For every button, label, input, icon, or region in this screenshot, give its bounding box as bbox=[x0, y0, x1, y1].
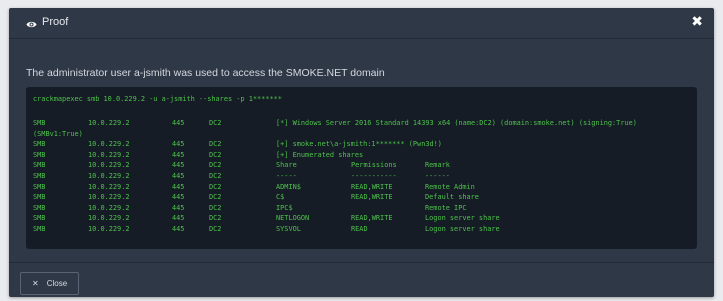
terminal-cell-share: Share bbox=[276, 161, 297, 170]
terminal-cell-remark: Remark bbox=[425, 161, 450, 170]
terminal-cell-remark: Default share bbox=[425, 193, 479, 202]
terminal-cell-host: DC2 bbox=[209, 182, 222, 191]
terminal-cell-proto: SMB bbox=[33, 172, 46, 180]
terminal-cell-port: 445 bbox=[172, 172, 185, 180]
terminal-command: crackmapexec smb 10.0.229.2 -u a-jsmith … bbox=[33, 95, 282, 103]
terminal-cell-ip: 10.0.229.2 bbox=[88, 172, 130, 180]
terminal-cell-host: DC2 bbox=[209, 161, 222, 170]
terminal-cell-port: 445 bbox=[172, 193, 185, 202]
terminal-row: SMB 10.0.229.2 445 DC2 [+] Enumerated shares bbox=[33, 150, 693, 160]
terminal-cell-host: DC2 bbox=[209, 225, 222, 233]
modal-title-group: Proof bbox=[26, 16, 68, 29]
terminal-row: SMB 10.0.229.2 445 DC2 C$ READ,WRITE Default s… bbox=[33, 192, 693, 202]
modal-body: The administrator user a-jsmith was used… bbox=[9, 39, 714, 258]
terminal-cell-perm: READ,WRITE bbox=[351, 193, 393, 202]
terminal-cell-ip: 10.0.229.2 bbox=[88, 150, 130, 159]
terminal-cell-proto: SMB bbox=[33, 225, 46, 233]
close-button-label: Close bbox=[46, 279, 68, 288]
terminal-cell-msg: [+] Enumerated shares bbox=[276, 150, 364, 159]
terminal-row: SMB 10.0.229.2 445 DC2 Share Permissions Remar… bbox=[33, 160, 693, 170]
terminal-cell-host: DC2 bbox=[209, 119, 222, 127]
terminal-cell-perm: Permissions bbox=[351, 161, 397, 170]
proof-modal: Proof ✖ The administrator user a-jsmith … bbox=[9, 8, 714, 297]
terminal-cell-ip: 10.0.229.2 bbox=[88, 203, 130, 212]
terminal-cell-port: 445 bbox=[172, 214, 185, 223]
modal-title: Proof bbox=[42, 16, 69, 28]
terminal-cell-host: DC2 bbox=[209, 150, 222, 159]
terminal-cell-share: C$ bbox=[276, 193, 285, 202]
terminal-cell-port: 445 bbox=[172, 150, 185, 159]
terminal-cell-proto: SMB bbox=[33, 150, 46, 159]
terminal-cell-proto: SMB bbox=[33, 193, 46, 202]
terminal-cell-ip: 10.0.229.2 bbox=[88, 161, 130, 170]
terminal-cell-remark: ------ bbox=[425, 172, 450, 180]
terminal-cell-remark: Remote Admin bbox=[425, 182, 475, 191]
terminal-cell-share: ----- bbox=[276, 172, 297, 180]
terminal-cell-ip: 10.0.229.2 bbox=[88, 225, 130, 233]
terminal-cell-ip: 10.0.229.2 bbox=[88, 119, 130, 127]
terminal-cell-proto: SMB bbox=[33, 119, 46, 127]
close-button[interactable]: ✕ Close bbox=[20, 272, 80, 295]
terminal-cell-remark: Logon server share bbox=[425, 214, 500, 223]
eye-icon bbox=[26, 17, 37, 28]
terminal-cell-msg: [*] Windows Server 2016 Standard 14393 x… bbox=[276, 119, 637, 127]
terminal-cell-ip: 10.0.229.2 bbox=[88, 214, 130, 223]
terminal-cell-proto: (SMBv1:True) bbox=[33, 129, 83, 138]
terminal-cell-host: DC2 bbox=[209, 172, 222, 180]
terminal-cell-share: NETLOGON bbox=[276, 214, 310, 223]
terminal-cell-proto: SMB bbox=[33, 161, 46, 170]
terminal-cell-ip: 10.0.229.2 bbox=[88, 193, 130, 202]
terminal-cell-remark: Remote IPC bbox=[425, 203, 467, 212]
terminal-cell-port: 445 bbox=[172, 182, 185, 191]
terminal-row: (SMBv1:True) bbox=[33, 129, 693, 139]
proof-description: The administrator user a-jsmith was used… bbox=[26, 67, 385, 79]
terminal-row: SMB 10.0.229.2 445 DC2 IPC$ Remote IPC bbox=[33, 203, 693, 213]
close-icon: ✕ bbox=[32, 279, 39, 288]
terminal-cell-perm: ----------- bbox=[351, 172, 397, 180]
terminal-row: SMB 10.0.229.2 445 DC2 SYSVOL READ Logon serve… bbox=[33, 224, 693, 234]
terminal-cell-perm: READ,WRITE bbox=[351, 214, 393, 223]
terminal-cell-port: 445 bbox=[172, 119, 185, 127]
terminal-cell-share: ADMIN$ bbox=[276, 182, 301, 191]
terminal-cell-host: DC2 bbox=[209, 203, 222, 212]
terminal-row: SMB 10.0.229.2 445 DC2 [*] Windows Server 20… bbox=[33, 118, 693, 128]
terminal-cell-perm: READ bbox=[351, 225, 368, 233]
terminal-row: SMB 10.0.229.2 445 DC2 [+] smoke.net\a-jsmit… bbox=[33, 139, 693, 149]
terminal-row: SMB 10.0.229.2 445 DC2 ----- ----------- -----… bbox=[33, 171, 693, 181]
modal-footer: ✕ Close bbox=[9, 262, 714, 298]
terminal-cell-host: DC2 bbox=[209, 214, 222, 223]
terminal-cell-proto: SMB bbox=[33, 182, 46, 191]
close-icon[interactable]: ✖ bbox=[691, 15, 703, 30]
terminal-cell-proto: SMB bbox=[33, 140, 46, 149]
terminal-cell-ip: 10.0.229.2 bbox=[88, 140, 130, 149]
terminal-cell-port: 445 bbox=[172, 203, 185, 212]
terminal-cell-port: 445 bbox=[172, 140, 185, 149]
terminal-cell-ip: 10.0.229.2 bbox=[88, 182, 130, 191]
terminal-cell-msg: [+] smoke.net\a-jsmith:1******* (Pwn3d!) bbox=[276, 140, 442, 149]
terminal-cell-proto: SMB bbox=[33, 214, 46, 223]
terminal-row: SMB 10.0.229.2 445 DC2 NETLOGON READ,WRITE Log… bbox=[33, 213, 693, 223]
modal-header: Proof ✖ bbox=[9, 8, 714, 39]
terminal-cell-perm: READ,WRITE bbox=[351, 182, 393, 191]
terminal-cell-share: SYSVOL bbox=[276, 225, 301, 233]
terminal-output: crackmapexec smb 10.0.229.2 -u a-jsmith … bbox=[26, 87, 697, 249]
terminal-cell-port: 445 bbox=[172, 225, 185, 233]
terminal-cell-host: DC2 bbox=[209, 193, 222, 202]
terminal-cell-remark: Logon server share bbox=[425, 225, 500, 233]
terminal-cell-port: 445 bbox=[172, 161, 185, 170]
terminal-cell-proto: SMB bbox=[33, 203, 46, 212]
terminal-row: SMB 10.0.229.2 445 DC2 ADMIN$ READ,WRITE Remot… bbox=[33, 182, 693, 192]
terminal-cell-host: DC2 bbox=[209, 140, 222, 149]
terminal-cell-share: IPC$ bbox=[276, 203, 293, 212]
